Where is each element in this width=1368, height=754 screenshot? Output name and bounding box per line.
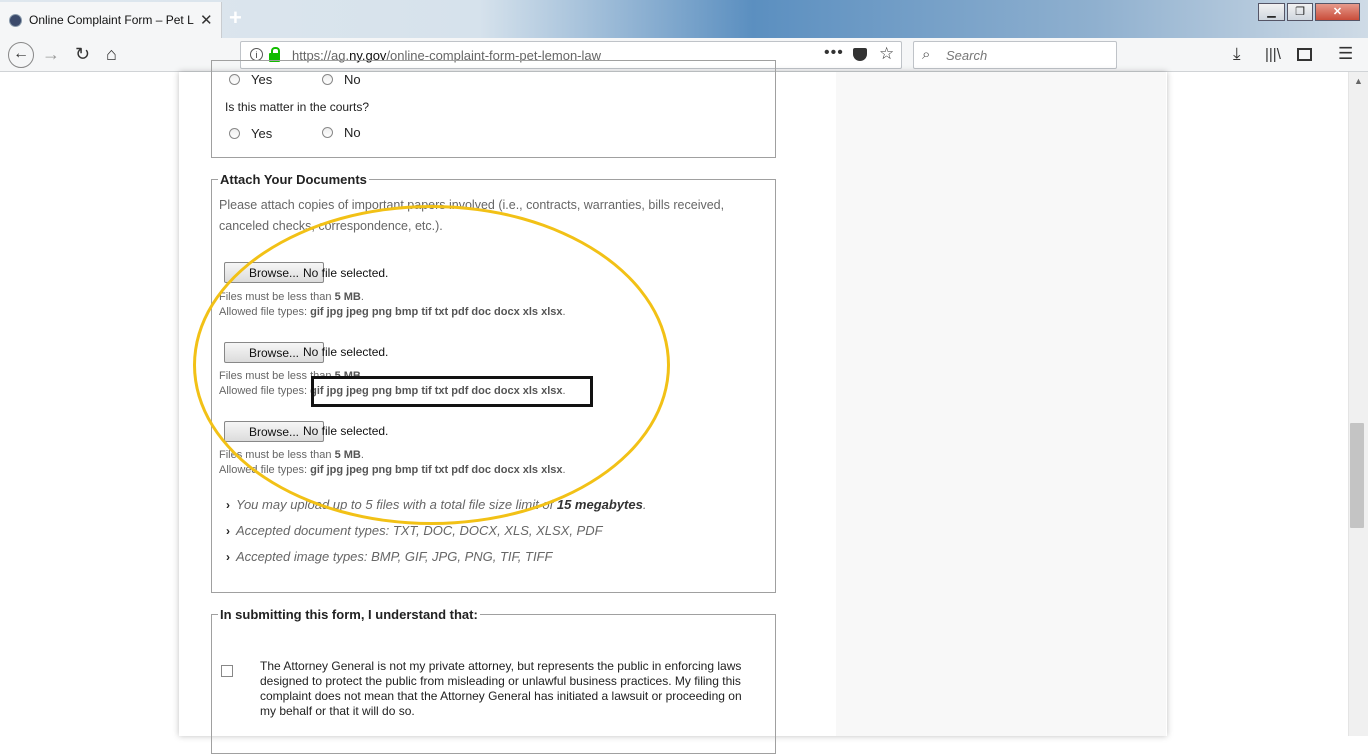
back-arrow-icon[interactable]: ←	[8, 42, 34, 68]
prev-no-label: No	[344, 72, 361, 87]
annotation-highlight-rect	[311, 376, 593, 407]
reload-icon[interactable]: ↻	[75, 44, 90, 65]
forward-arrow-icon[interactable]: →	[42, 44, 60, 65]
courts-no-radio[interactable]	[322, 127, 333, 138]
attach-documents-legend: Attach Your Documents	[218, 172, 369, 187]
courts-question: Is this matter in the courts?	[225, 100, 370, 114]
tab-close-icon[interactable]: ✕	[200, 11, 213, 29]
scroll-up-arrow-icon[interactable]: ▲	[1354, 76, 1363, 86]
courts-yes-label: Yes	[251, 126, 273, 141]
document-types-note: › Accepted document types: TXT, DOC, DOCX…	[226, 523, 603, 538]
menu-icon[interactable]: ☰	[1338, 44, 1353, 64]
chevron-right-icon: ›	[226, 524, 230, 538]
prev-yes-label: Yes	[251, 72, 273, 87]
scrollbar-thumb[interactable]	[1350, 423, 1364, 528]
chevron-right-icon: ›	[226, 550, 230, 564]
bookmark-star-icon[interactable]: ☆	[879, 44, 894, 64]
pocket-icon[interactable]	[853, 48, 867, 61]
browser-tab[interactable]: Online Complaint Form – Pet Lemon Law ✕	[0, 2, 222, 38]
home-icon[interactable]: ⌂	[106, 44, 117, 65]
page-actions-icon[interactable]: •••	[824, 44, 844, 62]
maximize-button[interactable]: ❐	[1287, 3, 1313, 21]
right-sidebar	[836, 72, 1166, 736]
image-types-note: › Accepted image types: BMP, GIF, JPG, PN…	[226, 549, 553, 564]
prev-yes-radio[interactable]	[229, 74, 240, 85]
search-icon: ⌕	[922, 46, 931, 63]
acknowledgement-text-1: The Attorney General is not my private a…	[260, 659, 742, 718]
chevron-right-icon: ›	[226, 498, 230, 512]
window-controls: ▁ ❐ ✕	[1258, 3, 1366, 21]
search-box[interactable]: ⌕	[913, 41, 1117, 69]
ny-seal-favicon-icon	[9, 14, 22, 27]
close-window-button[interactable]: ✕	[1315, 3, 1360, 21]
prev-no-radio[interactable]	[322, 74, 333, 85]
acknowledge-checkbox-1[interactable]	[221, 665, 233, 677]
minimize-button[interactable]: ▁	[1258, 3, 1285, 21]
courts-yes-radio[interactable]	[229, 128, 240, 139]
acknowledgement-legend: In submitting this form, I understand th…	[218, 607, 480, 622]
sidebar-toggle-icon[interactable]	[1297, 48, 1312, 61]
search-input[interactable]	[944, 47, 1108, 64]
courts-no-label: No	[344, 125, 361, 140]
annotation-ellipse	[193, 205, 670, 525]
page-scrollbar[interactable]: ▲	[1348, 72, 1368, 736]
library-icon[interactable]: |||\	[1265, 46, 1281, 63]
tab-title: Online Complaint Form – Pet Lemon Law	[29, 13, 194, 27]
new-tab-button[interactable]: +	[229, 5, 242, 31]
downloads-icon[interactable]: ⤓	[1233, 44, 1241, 64]
